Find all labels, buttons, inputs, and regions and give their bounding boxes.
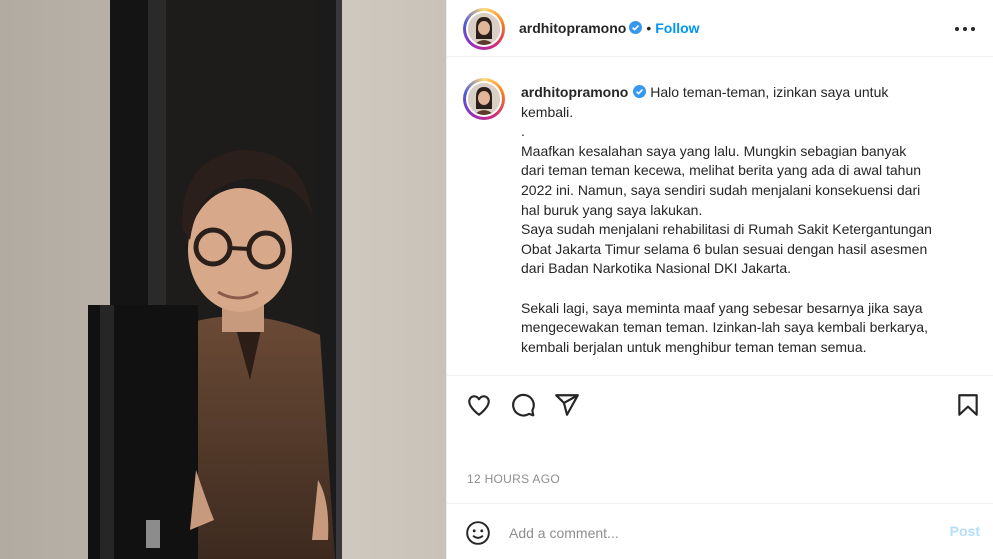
avatar-image: [468, 83, 500, 115]
caption-text: Halo teman-teman, izinkan saya untuk kem…: [521, 84, 932, 355]
caption-username[interactable]: ardhitopramono: [521, 84, 628, 100]
emoji-icon[interactable]: [465, 520, 491, 546]
post-detail-panel: ardhitopramono • Follow ardhitopramono Hal…: [446, 0, 993, 559]
caption-author-avatar[interactable]: [463, 78, 505, 120]
author-line: ardhitopramono • Follow: [519, 20, 700, 36]
post-photo-image: [0, 0, 446, 559]
caption-text-block: ardhitopramono Halo teman-teman, izinkan…: [521, 83, 961, 357]
more-horizontal-icon[interactable]: [954, 19, 978, 39]
heart-icon[interactable]: [466, 392, 492, 418]
avatar-image: [468, 13, 500, 45]
action-bar: [447, 388, 993, 422]
caption-section: ardhitopramono Halo teman-teman, izinkan…: [447, 58, 993, 376]
comment-input[interactable]: [509, 522, 929, 544]
comment-icon[interactable]: [510, 392, 536, 418]
author-avatar[interactable]: [463, 8, 505, 50]
verified-badge-icon: [633, 85, 647, 98]
verified-badge-icon: [629, 21, 643, 34]
bookmark-icon[interactable]: [955, 392, 981, 418]
post-timestamp[interactable]: 12 HOURS AGO: [467, 472, 560, 486]
post-photo[interactable]: [0, 0, 446, 559]
post-header: ardhitopramono • Follow: [447, 0, 993, 57]
comment-bar: Post: [447, 503, 993, 559]
author-username[interactable]: ardhitopramono: [519, 20, 626, 36]
follow-button[interactable]: Follow: [655, 20, 699, 36]
separator-dot: •: [646, 20, 652, 36]
share-icon[interactable]: [554, 392, 580, 418]
post-comment-button[interactable]: Post: [950, 523, 980, 539]
